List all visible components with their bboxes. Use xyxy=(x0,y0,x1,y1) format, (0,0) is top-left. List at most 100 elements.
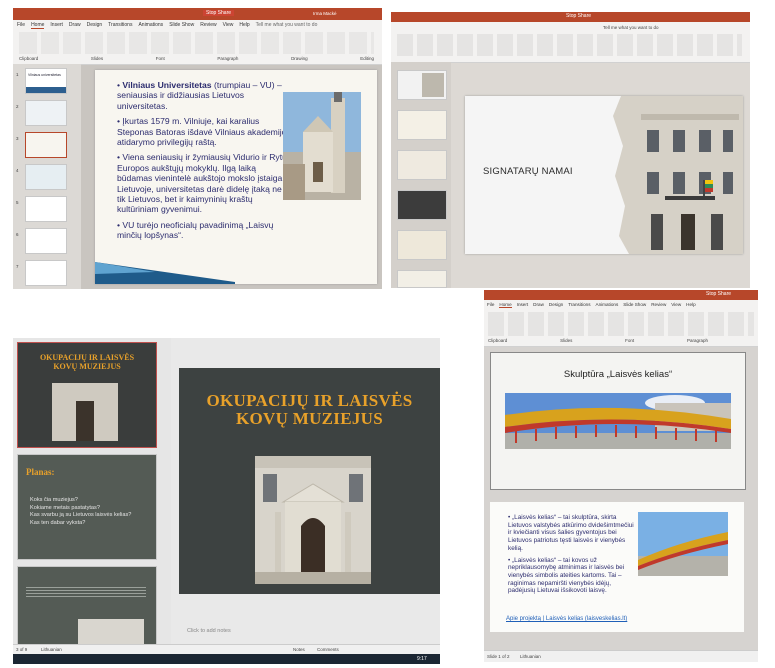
tab-draw[interactable]: Draw xyxy=(533,302,544,308)
tab-help[interactable]: Help xyxy=(239,22,249,29)
tab-animations[interactable]: Animations xyxy=(596,302,619,308)
slide-number: 7 xyxy=(16,264,19,269)
thumb-title: Vilniaus universitetas xyxy=(28,73,61,77)
stop-share-button[interactable]: Stop Share xyxy=(566,13,591,19)
slide-thumbnail[interactable] xyxy=(25,100,67,126)
sculpture-photo-small xyxy=(638,512,728,576)
tab-insert[interactable]: Insert xyxy=(50,22,63,29)
ribbon-controls[interactable] xyxy=(488,312,754,336)
bullet-text: „Laisvės kelias“ – tai kovos už neprikla… xyxy=(508,556,625,595)
taskbar: 9:17 xyxy=(13,654,440,664)
stop-share-button[interactable]: Stop Share xyxy=(706,291,731,297)
slide-thumbnail[interactable] xyxy=(397,110,447,140)
tab-view[interactable]: View xyxy=(223,22,234,29)
slide-canvas[interactable]: OKUPACIJŲ IR LAISVĖS KOVŲ MUZIEJUS xyxy=(179,368,440,594)
church-photo xyxy=(283,92,361,200)
slide-canvas[interactable]: Skulptūra „Laisvės kelias“ xyxy=(490,352,746,490)
ribbon-tabs[interactable]: File Home Insert Draw Design Transitions… xyxy=(17,22,377,29)
slide-thumbnail[interactable] xyxy=(397,70,447,100)
status-bar: Slide 1 of 2 Lithuanian xyxy=(484,650,758,662)
ribbon: File Home Insert Draw Design Transitions… xyxy=(484,300,758,347)
slide-canvas[interactable]: SIGNATARŲ NAMAI xyxy=(465,96,743,254)
tab-design[interactable]: Design xyxy=(549,302,563,308)
ribbon-tabs[interactable]: File Home Insert Draw Design Transitions… xyxy=(487,302,696,308)
tab-slideshow[interactable]: Slide Show xyxy=(623,302,646,308)
slide-title-line1: OKUPACIJŲ IR LAISVĖS xyxy=(206,391,413,410)
language[interactable]: Lithuanian xyxy=(520,654,541,659)
photo-powerpoint-vilnius-university: Stop Share Irma Mackė File Home Insert D… xyxy=(13,8,382,289)
thumbnail-pane[interactable] xyxy=(391,62,451,288)
slide-number: 1 xyxy=(16,72,19,77)
tab-animations[interactable]: Animations xyxy=(138,22,163,29)
photo-powerpoint-okupaciju-muziejus: OKUPACIJŲ IR LAISVĖS KOVŲ MUZIEJUS Plana… xyxy=(13,338,440,664)
taskbar-clock: 9:17 xyxy=(417,656,427,662)
tab-home[interactable]: Home xyxy=(499,302,512,308)
tab-transitions[interactable]: Transitions xyxy=(568,302,590,308)
ribbon-controls[interactable] xyxy=(19,32,374,54)
bullet-item: • Įkurtas 1579 m. Vilniuje, kai karalius… xyxy=(117,116,291,148)
ribbon: File Home Insert Draw Design Transitions… xyxy=(13,20,382,65)
tab-file[interactable]: File xyxy=(17,22,25,29)
tab-file[interactable]: File xyxy=(487,302,494,308)
planas-item: Kas ten dabar vyksta? xyxy=(30,519,86,526)
title-bar: Stop Share xyxy=(484,290,758,300)
comments-button[interactable]: Comments xyxy=(317,647,339,652)
slide-canvas[interactable]: • Vilniaus Universitetas (trumpiau – VU)… xyxy=(95,70,377,284)
slide-thumbnail[interactable]: Vilniaus universitetas xyxy=(25,68,67,94)
bullet-list: • Vilniaus Universitetas (trumpiau – VU)… xyxy=(117,80,292,241)
title-bar: Stop Share xyxy=(391,12,750,22)
tab-review[interactable]: Review xyxy=(651,302,666,308)
bullet-bold: Vilniaus Universitetas xyxy=(122,80,212,90)
slide-count: 3 of 9 xyxy=(16,647,28,652)
tab-draw[interactable]: Draw xyxy=(69,22,81,29)
slide-thumbnail[interactable] xyxy=(25,260,67,286)
ribbon-controls[interactable] xyxy=(397,34,742,56)
slide-thumbnail[interactable] xyxy=(17,566,157,648)
project-link[interactable]: Apie projektą | Laisvės kelias (laisvesk… xyxy=(506,616,627,622)
group-slides: Slides xyxy=(560,338,573,343)
slide-canvas[interactable]: • „Laisvės kelias“ – tai skulptūra, skir… xyxy=(490,502,744,632)
thumb-title-line2: KOVŲ MUZIEJUS xyxy=(53,362,121,371)
bullet-text: Viena seniausių ir žymiausių Vidurio ir … xyxy=(117,152,287,215)
tell-me-box[interactable]: Tell me what you want to do xyxy=(256,22,318,29)
slide-decoration xyxy=(95,252,235,284)
group-clipboard: Clipboard xyxy=(19,56,39,61)
thumb-title-line1: OKUPACIJŲ IR LAISVĖS xyxy=(39,353,135,362)
slide-number: 3 xyxy=(16,136,19,141)
thumbnail-pane[interactable]: OKUPACIJŲ IR LAISVĖS KOVŲ MUZIEJUS Plana… xyxy=(13,338,171,650)
tab-review[interactable]: Review xyxy=(200,22,216,29)
slide-thumbnail[interactable] xyxy=(25,196,67,222)
notes-placeholder[interactable]: Click to add notes xyxy=(187,628,231,634)
slide-thumbnail[interactable] xyxy=(397,230,447,260)
group-editing: Editing xyxy=(360,56,374,61)
stop-share-button[interactable]: Stop Share xyxy=(203,10,235,16)
slide-number: 2 xyxy=(16,104,19,109)
group-clipboard: Clipboard xyxy=(488,338,508,343)
group-drawing: Drawing xyxy=(291,56,308,61)
slide-thumbnail-selected[interactable]: OKUPACIJŲ IR LAISVĖS KOVŲ MUZIEJUS xyxy=(17,342,157,448)
language[interactable]: Lithuanian xyxy=(41,647,62,652)
thumbnail-pane[interactable]: 1 Vilniaus universitetas 2 3 4 5 6 7 xyxy=(13,64,81,289)
slide-thumbnail[interactable] xyxy=(397,190,447,220)
tab-design[interactable]: Design xyxy=(87,22,103,29)
tab-insert[interactable]: Insert xyxy=(517,302,529,308)
notes-button[interactable]: Notes xyxy=(293,647,305,652)
tab-home[interactable]: Home xyxy=(31,22,45,29)
group-paragraph: Paragraph xyxy=(217,56,239,61)
tab-transitions[interactable]: Transitions xyxy=(108,22,132,29)
bullet-item: • Viena seniausių ir žymiausių Vidurio i… xyxy=(117,152,287,215)
tab-view[interactable]: View xyxy=(671,302,681,308)
bullet-text: VU turėjo neoficialų pavadinimą „Laisvų … xyxy=(117,219,274,241)
tab-help[interactable]: Help xyxy=(686,302,695,308)
planas-item: Kas svarbu ją su Lietuvos laisvės kelias… xyxy=(30,512,132,518)
slide-title: OKUPACIJŲ IR LAISVĖS KOVŲ MUZIEJUS xyxy=(179,392,440,428)
slide-thumbnail[interactable] xyxy=(397,150,447,180)
slide-thumbnail[interactable] xyxy=(25,228,67,254)
planas-title: Planas: xyxy=(26,467,55,477)
slide-thumbnail-selected[interactable] xyxy=(25,132,67,158)
tab-slideshow[interactable]: Slide Show xyxy=(169,22,194,29)
slide-thumbnail[interactable] xyxy=(397,270,447,288)
slide-thumbnail[interactable]: Planas: Koks čia muziejus? Kokiame metai… xyxy=(17,454,157,560)
slide-thumbnail[interactable] xyxy=(25,164,67,190)
tell-me-box[interactable]: Tell me what you want to do xyxy=(603,25,659,30)
